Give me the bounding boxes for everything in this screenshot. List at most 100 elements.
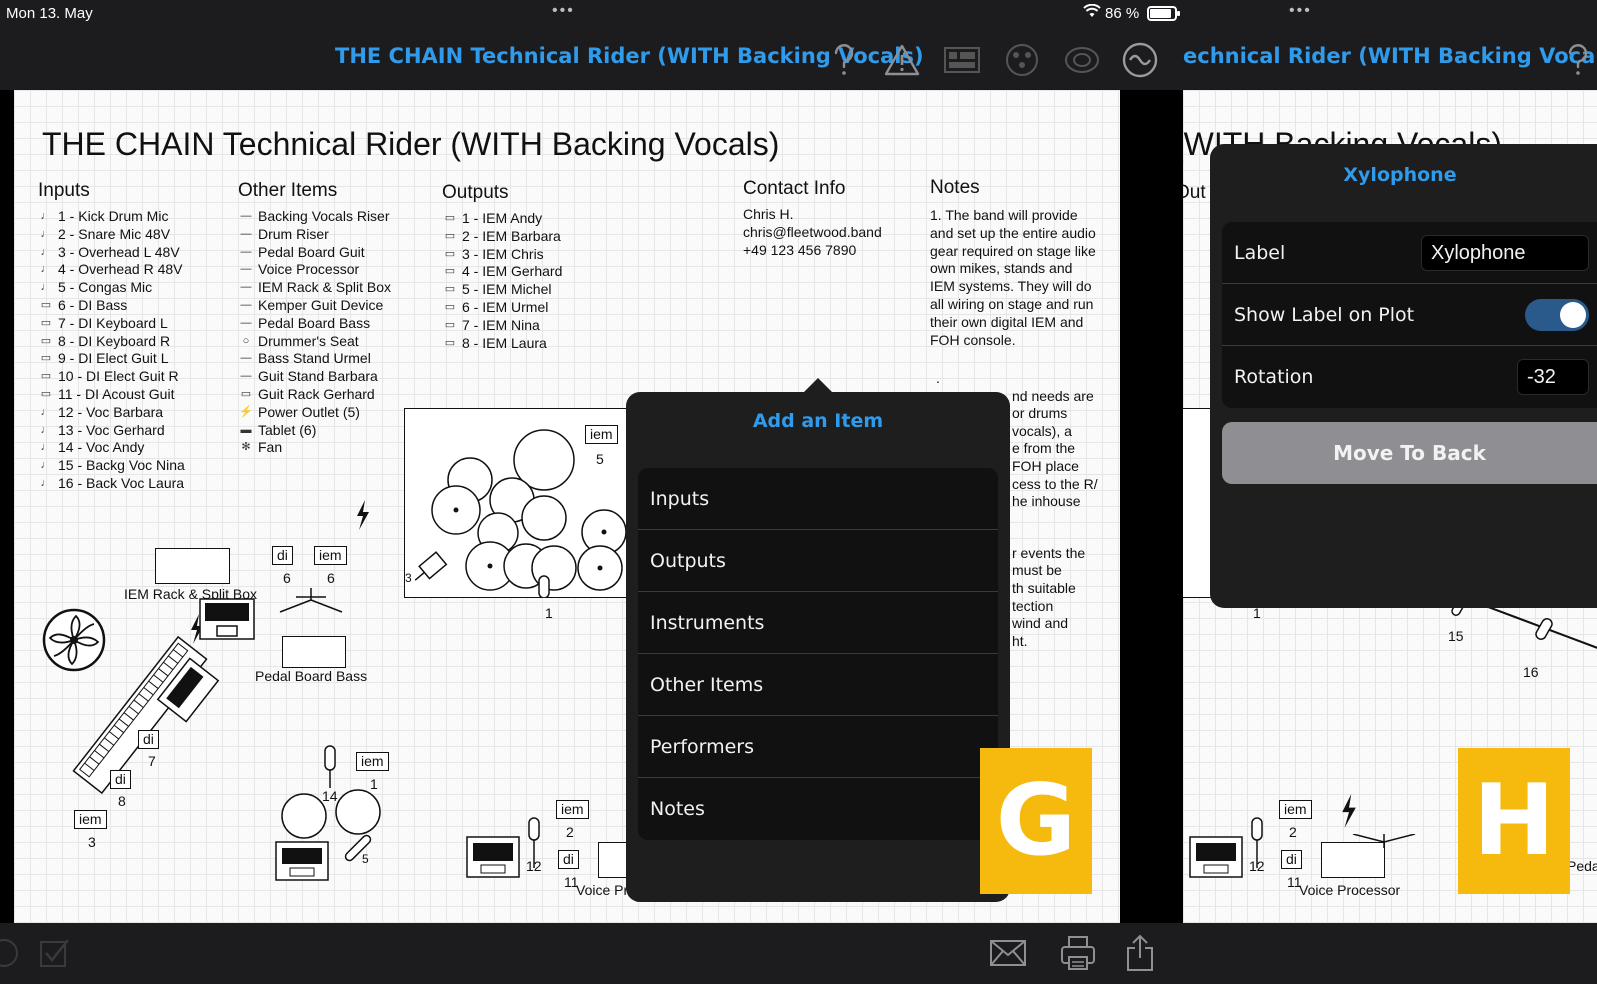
other-item: — IEM Rack & Split Box: [238, 279, 392, 297]
bass-stand-icon[interactable]: [278, 588, 344, 614]
guit-iem-number: 2: [566, 824, 574, 840]
guit-iem-tag-right[interactable]: iem: [1279, 800, 1312, 819]
other-item-label: Fan: [258, 439, 283, 456]
list-glyph-icon: ♩: [40, 245, 52, 258]
notes-heading-wrap: Notes: [930, 177, 980, 205]
add-item-inputs[interactable]: Inputs: [638, 468, 998, 530]
multitask-dots-left[interactable]: •••: [552, 2, 575, 20]
input-item-label: 16 - Back Voc Laura: [58, 474, 185, 491]
print-icon[interactable]: [1056, 931, 1100, 975]
list-glyph-icon: ♩: [40, 405, 52, 418]
input-item-label: 2 - Snare Mic 48V: [58, 225, 171, 242]
keyboard-icon[interactable]: [50, 630, 230, 800]
bass-iem-number: 6: [327, 570, 335, 586]
power-outlet-icon[interactable]: [1337, 794, 1361, 828]
guit-iem-tag[interactable]: iem: [556, 800, 589, 819]
status-date: Mon 13. May: [6, 5, 93, 22]
stage-icon[interactable]: [1002, 40, 1042, 80]
input-item: ♩ 1 - Kick Drum Mic: [38, 208, 185, 226]
guit-di-tag-right[interactable]: di: [1281, 850, 1302, 869]
bass-di-tag[interactable]: di: [272, 546, 293, 565]
other-item: ✻ Fan: [238, 439, 391, 457]
add-item-outputs[interactable]: Outputs: [638, 530, 998, 592]
multitask-dots-right[interactable]: •••: [1289, 2, 1312, 20]
add-item-other-items[interactable]: Other Items: [638, 654, 998, 716]
list-glyph-icon: —: [240, 352, 252, 365]
keyboard-di-tag-2[interactable]: di: [110, 770, 131, 789]
add-item-menu: Inputs Outputs Instruments Other Items Perfo…: [638, 468, 998, 840]
keyboard-iem-tag[interactable]: iem: [74, 810, 107, 829]
other-item-label: Power Outlet (5): [258, 403, 360, 420]
document-title-right[interactable]: echnical Rider (WITH Backing Vocals): [1183, 44, 1597, 68]
drum-mic-number: 3: [405, 571, 412, 585]
other-item: — Pedal Board Bass: [238, 315, 391, 333]
list-glyph-icon: —: [240, 210, 252, 222]
show-label-toggle[interactable]: [1525, 299, 1589, 331]
bass-iem-tag[interactable]: iem: [314, 546, 347, 565]
voc-mic-12-number: 12: [526, 858, 542, 874]
keyboard-di-tag-1[interactable]: di: [138, 730, 159, 749]
other-items-heading: Other Items: [238, 180, 338, 201]
output-item-label: 7 - IEM Nina: [462, 316, 540, 333]
drum-kick-number: 1: [545, 605, 553, 621]
other-item-label: Drum Riser: [258, 225, 329, 242]
other-item-label: IEM Rack & Split Box: [258, 279, 392, 296]
sync-icon[interactable]: [1120, 40, 1160, 80]
drum-iem-number: 5: [596, 451, 604, 467]
layout-icon[interactable]: [942, 40, 982, 80]
warning-icon[interactable]: [882, 40, 922, 80]
list-glyph-icon: ♩: [40, 459, 52, 472]
checkbox-icon[interactable]: [32, 931, 76, 975]
list-glyph-icon: ▭: [444, 247, 456, 260]
output-item: ▭ 6 - IEM Urmel: [442, 299, 562, 317]
input-item: ♩ 14 - Voc Andy: [38, 439, 185, 457]
inspector-title: Xylophone: [1343, 164, 1457, 186]
contact-heading: Contact Info: [743, 178, 846, 199]
list-glyph-icon: ▭: [444, 265, 456, 278]
drum-iem-tag[interactable]: iem: [585, 425, 618, 444]
other-item-label: Drummer's Seat: [258, 332, 359, 349]
pedal-board-bass-box[interactable]: [282, 636, 346, 668]
list-glyph-icon: ▭: [444, 318, 456, 331]
add-item-instruments[interactable]: Instruments: [638, 592, 998, 654]
item-inspector-panel: Xylophone Label Xylophone Show Label on …: [1210, 144, 1597, 608]
move-to-back-button[interactable]: Move To Back: [1222, 422, 1597, 484]
notes-fragment: e from the: [1012, 440, 1076, 456]
label-input[interactable]: Xylophone: [1421, 235, 1589, 271]
mail-icon[interactable]: [986, 931, 1030, 975]
other-item: — Pedal Board Guit: [238, 244, 391, 262]
list-glyph-icon: ♩: [40, 423, 52, 436]
iem-rack-box[interactable]: [155, 548, 230, 584]
input-item-label: 1 - Kick Drum Mic: [58, 208, 169, 224]
list-glyph-icon: ▭: [40, 387, 52, 400]
help-icon[interactable]: [824, 40, 864, 80]
input-item-label: 8 - DI Keyboard R: [58, 332, 171, 349]
add-item-performers[interactable]: Performers: [638, 716, 998, 778]
add-item-notes[interactable]: Notes: [638, 778, 998, 840]
help-icon-right[interactable]: [1558, 40, 1597, 80]
share-icon[interactable]: [1118, 931, 1162, 975]
power-outlet-icon[interactable]: [354, 500, 372, 530]
voc-mic-number: 14: [322, 788, 338, 804]
tablet-icon[interactable]: [1189, 836, 1249, 882]
split-divider[interactable]: [1120, 90, 1183, 923]
notes-fragment: or drums: [1012, 405, 1068, 421]
rotation-input[interactable]: -32: [1517, 359, 1589, 395]
add-item-title: Add an Item: [752, 410, 884, 432]
wheel-icon[interactable]: [1062, 40, 1102, 80]
circle-icon[interactable]: [0, 931, 26, 975]
guit-stand-icon[interactable]: [1351, 834, 1417, 860]
output-item: ▭ 4 - IEM Gerhard: [442, 263, 563, 281]
list-glyph-icon: ♩: [40, 263, 52, 276]
list-glyph-icon: ♩: [40, 227, 52, 240]
input-item: ♩ 2 - Snare Mic 48V: [38, 226, 185, 244]
list-glyph-icon: —: [240, 263, 252, 276]
guit-di-tag[interactable]: di: [558, 850, 579, 869]
keyboard-iem-number: 3: [88, 834, 96, 850]
outputs-list: Outputs ▭ 1 - IEM Andy ▭ 2 - IEM Barbara ▭ 3 …: [442, 182, 562, 352]
tablet-icon[interactable]: [466, 836, 526, 882]
voc-iem-tag[interactable]: iem: [356, 752, 389, 771]
input-item: ♩ 15 - Backg Voc Nina: [38, 457, 185, 475]
output-item-label: 3 - IEM Chris: [462, 245, 544, 262]
list-glyph-icon: —: [240, 316, 252, 329]
